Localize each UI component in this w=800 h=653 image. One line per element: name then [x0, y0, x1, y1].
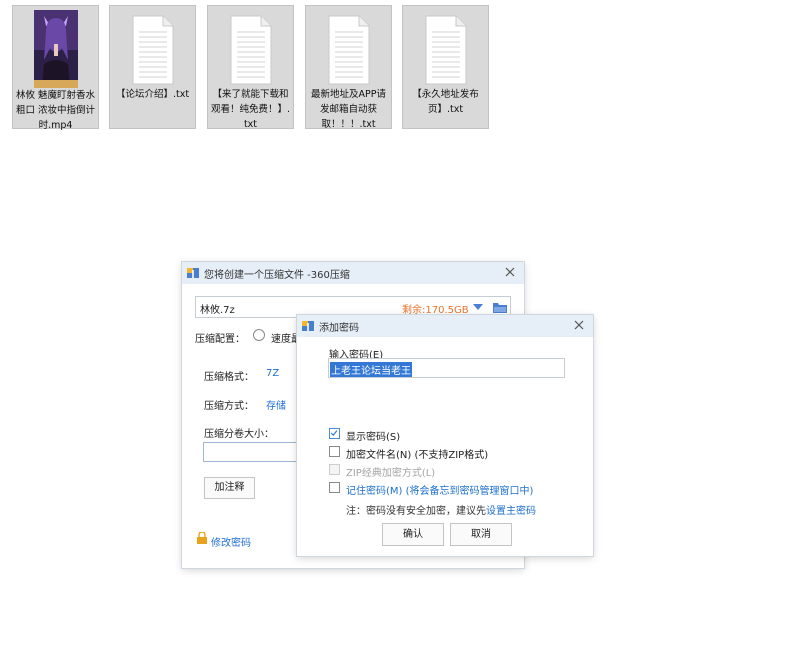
zip-classic-label: ZIP经典加密方式(L): [346, 468, 436, 479]
close-icon[interactable]: [503, 265, 517, 279]
compress-dialog-titlebar[interactable]: 您将创建一个压缩文件 -360压缩: [182, 262, 524, 284]
close-icon[interactable]: [572, 318, 586, 332]
archive-filename: 林攸.7z: [200, 305, 235, 316]
file-txt-1[interactable]: 【论坛介绍】.txt: [109, 5, 196, 129]
security-note: 注：密码没有安全加密，建议先设置主密码: [346, 502, 536, 517]
compress-dialog-title: 您将创建一个压缩文件 -360压缩: [204, 270, 350, 281]
password-input[interactable]: 上老王论坛当老王: [328, 358, 565, 378]
show-password-label[interactable]: 显示密码(S): [346, 428, 400, 443]
lock-icon: [197, 532, 207, 544]
file-name: 林攸 魅魔盯射香水粗口 浓妆中指倒计时.mp4: [15, 90, 96, 131]
checkmark-icon: [330, 430, 338, 436]
file-name: 【永久地址发布页】.txt: [412, 89, 479, 115]
text-file-icon: [328, 15, 370, 85]
encrypt-filenames-label[interactable]: 加密文件名(N) (不支持ZIP格式): [346, 446, 488, 461]
password-dialog-titlebar[interactable]: 添加密码: [297, 315, 593, 337]
archive-app-icon: [302, 321, 314, 331]
add-comment-label: 加注释: [214, 482, 245, 493]
remember-password-label[interactable]: 记住密码(M) (将会备忘到密码管理窗口中): [346, 482, 533, 497]
show-password-checkbox[interactable]: [329, 428, 340, 439]
file-name: 【论坛介绍】.txt: [115, 89, 190, 100]
file-txt-3[interactable]: 最新地址及APP请发邮箱自动获取！！！.txt: [305, 5, 392, 130]
remember-password-checkbox[interactable]: [329, 482, 340, 493]
set-master-password-link[interactable]: 设置主密码: [486, 506, 536, 517]
file-name: 【来了就能下载和观看！纯免费！】.txt: [210, 89, 291, 130]
zip-classic-checkbox: [329, 464, 340, 475]
format-value[interactable]: 7Z: [266, 368, 279, 379]
ok-label: 确认: [403, 529, 423, 540]
config-label: 压缩配置：: [195, 334, 245, 345]
text-file-icon: [425, 15, 467, 85]
change-password-link[interactable]: 修改密码: [211, 534, 251, 549]
encrypt-filenames-checkbox[interactable]: [329, 446, 340, 457]
file-name: 最新地址及APP请发邮箱自动获取！！！.txt: [311, 89, 386, 130]
password-dialog: 添加密码 输入密码(E) 上老王论坛当老王 显示密码(S) 加密文件名(N) (…: [297, 315, 593, 556]
method-label: 压缩方式：: [204, 401, 254, 412]
file-txt-2[interactable]: 【来了就能下载和观看！纯免费！】.txt: [207, 5, 294, 130]
free-space-label: 剩余:170.5GB: [402, 305, 469, 316]
ok-button[interactable]: 确认: [382, 523, 444, 546]
archive-app-icon: [187, 268, 199, 278]
folder-icon[interactable]: [493, 302, 507, 314]
text-file-icon: [132, 15, 174, 85]
config-radio[interactable]: [253, 329, 265, 341]
volume-size-input[interactable]: [203, 442, 299, 462]
text-file-icon: [230, 15, 272, 85]
video-thumbnail-icon: [34, 10, 78, 88]
password-dialog-title: 添加密码: [319, 323, 359, 334]
add-comment-button[interactable]: 加注释: [204, 477, 255, 499]
cancel-button[interactable]: 取消: [450, 523, 512, 546]
volume-size-label: 压缩分卷大小：: [204, 429, 274, 440]
security-note-text: 注：密码没有安全加密，建议先: [346, 506, 486, 517]
chevron-down-icon[interactable]: [473, 304, 483, 312]
file-txt-4[interactable]: 【永久地址发布页】.txt: [402, 5, 489, 129]
cancel-label: 取消: [471, 529, 491, 540]
method-value[interactable]: 存储: [266, 397, 286, 412]
format-label: 压缩格式：: [204, 372, 254, 383]
file-video[interactable]: 林攸 魅魔盯射香水粗口 浓妆中指倒计时.mp4: [12, 5, 99, 131]
password-value: 上老王论坛当老王: [330, 362, 412, 377]
